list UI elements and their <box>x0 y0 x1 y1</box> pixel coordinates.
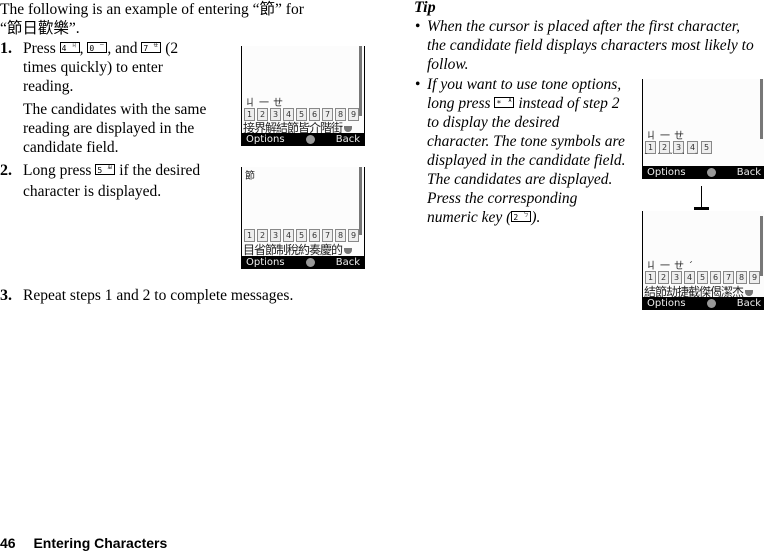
note-line: candidate field. <box>23 139 119 156</box>
step-text: times quickly) to enter <box>23 59 163 76</box>
scroll-down-icon <box>344 247 353 254</box>
tip-line: long press <box>427 95 491 112</box>
tip-line: numeric key ( <box>427 209 512 226</box>
intro-line-1: The following is an example of entering … <box>0 1 304 18</box>
nav-key-icon[interactable] <box>706 299 716 308</box>
tip-line: When the cursor is placed after the firs… <box>427 18 740 35</box>
bullet-icon: • <box>415 76 421 93</box>
step-2: 2. Long press 5ㄓ if the desired characte… <box>0 161 232 201</box>
step-text: if the desired <box>115 162 201 179</box>
page-footer: 46 Entering Characters <box>0 535 167 551</box>
key-star-icon: * A <box>494 96 515 108</box>
softkey-bar: Options Back <box>242 133 364 146</box>
page-number: 46 <box>0 535 16 551</box>
step-text: Press <box>23 40 56 57</box>
reading-text: ㄐ一ㄝ <box>245 98 287 109</box>
phone-screen-tone-candidates: ㄐ一ㄝˊ 1 2 3 4 5 6 7 8 9 結節劫捷截傑偈潔杰 Options… <box>642 211 764 310</box>
step-text: (2 <box>161 40 179 57</box>
connector-base <box>694 207 709 210</box>
phone-screen-reading: ㄐ一ㄝ 1 2 3 4 5 6 7 8 9 接界解結節皆介階街 Options … <box>241 46 365 146</box>
note-line: The candidates with the same <box>23 101 207 118</box>
scrollbar <box>760 216 763 276</box>
options-softkey[interactable]: Options <box>647 166 686 179</box>
tip-line: instead of step 2 <box>514 95 620 112</box>
nav-key-icon[interactable] <box>305 258 315 267</box>
phone-screen-tone: ㄐ一ㄝ 1 2 3 4 5 ˉ ˊ ˇ ˋ ˙ Options Back <box>642 79 764 179</box>
scrollbar <box>760 79 763 139</box>
step-note: The candidates with the same reading are… <box>23 100 232 157</box>
softkey-bar: Options Back <box>643 166 764 179</box>
tip-line: the candidate field displays characters … <box>427 37 754 54</box>
softkey-bar: Options Back <box>242 256 364 269</box>
step-text: reading. <box>23 78 74 95</box>
step-3: 3. Repeat steps 1 and 2 to complete mess… <box>0 286 340 305</box>
tip-line: The candidates are displayed. <box>427 171 613 188</box>
candidate-chars: 目省節制稅約奏慶的 <box>243 243 343 257</box>
step-1: 1. Press 4ㄐ, 0ㄧ, and 7ㄝ (2 times quickly… <box>0 39 232 157</box>
phone-screen-selected: 節 1 2 3 4 5 6 7 8 9 目省節制稅約奏慶的 Options Ba… <box>241 167 365 269</box>
scroll-down-icon <box>344 125 353 132</box>
options-softkey[interactable]: Options <box>246 256 285 269</box>
tone-symbols: ˉ ˊ ˇ ˋ ˙ <box>644 152 702 161</box>
section-title: Entering Characters <box>33 535 168 551</box>
back-softkey[interactable]: Back <box>737 166 761 179</box>
tip-line: character. The tone symbols are <box>427 133 625 150</box>
step-number: 3. <box>0 287 12 304</box>
tip-line: If you want to use tone options, <box>427 76 622 93</box>
step-text: Long press <box>23 162 92 179</box>
tip-title: Tip <box>414 0 436 16</box>
key-0-icon: 0ㄧ <box>87 41 108 53</box>
bullet-icon: • <box>415 18 421 35</box>
scroll-down-icon <box>745 289 754 296</box>
step-text: , <box>79 40 88 57</box>
intro-text: The following is an example of entering … <box>0 0 340 38</box>
intro-line-2: “節日歡樂”. <box>0 20 80 37</box>
tip-line: Press the corresponding <box>427 190 578 207</box>
tip-line: displayed in the candidate field. <box>427 152 626 169</box>
reading-text: ㄐ一ㄝˊ <box>646 261 697 272</box>
nav-key-icon[interactable] <box>305 135 315 144</box>
key-2-icon: 2ㄅ <box>511 210 532 222</box>
tip-line: ). <box>531 209 541 226</box>
step-number: 1. <box>0 40 12 57</box>
tip-line: to display the desired <box>427 114 560 131</box>
note-line: reading are displayed in the <box>23 120 195 137</box>
key-5-icon: 5ㄓ <box>95 163 116 175</box>
reading-text: ㄐ一ㄝ <box>646 131 688 142</box>
key-4-icon: 4ㄐ <box>59 41 80 53</box>
back-softkey[interactable]: Back <box>737 297 761 310</box>
step-text: , and <box>107 40 142 57</box>
tip-line: follow. <box>427 56 469 73</box>
options-softkey[interactable]: Options <box>647 297 686 310</box>
tip-bullet-1: • When the cursor is placed after the fi… <box>414 17 764 74</box>
step-text: Repeat steps 1 and 2 to complete message… <box>23 287 294 304</box>
scrollbar <box>359 167 362 235</box>
candidate-number: 5 <box>701 141 712 154</box>
connector-line <box>701 186 702 209</box>
key-7-icon: 7ㄝ <box>141 41 162 53</box>
back-softkey[interactable]: Back <box>336 256 360 269</box>
step-text: character is displayed. <box>23 183 162 200</box>
nav-key-icon[interactable] <box>706 168 716 177</box>
step-number: 2. <box>0 162 12 179</box>
options-softkey[interactable]: Options <box>246 133 285 146</box>
tip-bullet-2: • If you want to use tone options, long … <box>414 75 642 227</box>
input-text: 節 <box>245 171 255 182</box>
scrollbar <box>359 46 362 116</box>
softkey-bar: Options Back <box>643 297 764 310</box>
back-softkey[interactable]: Back <box>336 133 360 146</box>
